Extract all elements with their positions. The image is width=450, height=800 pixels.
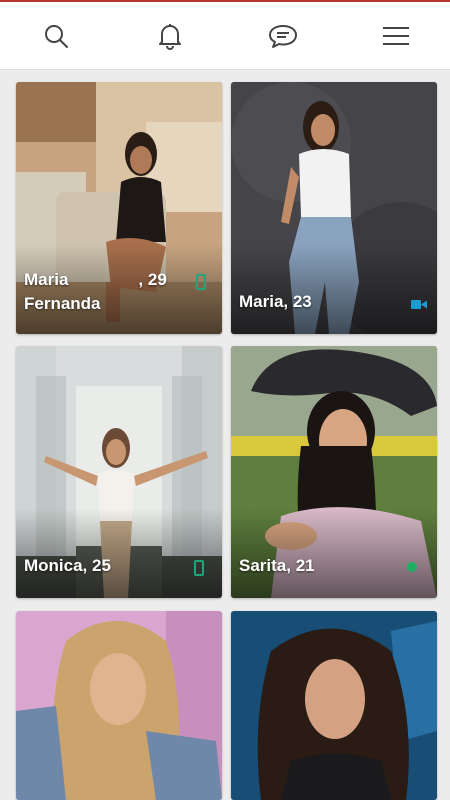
profile-card[interactable]	[231, 611, 437, 800]
menu-icon[interactable]	[380, 20, 412, 52]
photo-overlay	[231, 244, 437, 334]
profile-grid: Maria , 29 Fernanda Maria, 23 Monica, 25 …	[0, 70, 450, 800]
profile-name: Monica, 25	[24, 556, 111, 575]
search-icon[interactable]	[40, 20, 72, 52]
age: , 29	[138, 270, 167, 289]
video-icon	[411, 300, 427, 309]
phone-icon	[194, 560, 204, 576]
profile-card[interactable]: Maria , 29 Fernanda	[16, 82, 222, 334]
photo-overlay	[231, 508, 437, 598]
second-name: Fernanda	[24, 294, 101, 313]
first-name: Maria	[24, 270, 69, 289]
profile-name: Maria , 29 Fernanda	[24, 268, 184, 316]
profile-card[interactable]: Sarita, 21	[231, 346, 437, 598]
photo-overlay	[16, 508, 222, 598]
profile-photo	[16, 611, 222, 800]
profile-card[interactable]: Maria, 23	[231, 82, 437, 334]
profile-name: Maria, 23	[239, 292, 312, 311]
phone-icon	[196, 274, 206, 290]
profile-card[interactable]: Monica, 25	[16, 346, 222, 598]
top-navbar	[0, 2, 450, 70]
profile-card[interactable]	[16, 611, 222, 800]
chat-icon[interactable]	[267, 20, 299, 52]
online-dot	[407, 562, 417, 572]
profile-photo	[231, 611, 437, 800]
bell-icon[interactable]	[154, 20, 186, 52]
profile-name: Sarita, 21	[239, 556, 315, 575]
